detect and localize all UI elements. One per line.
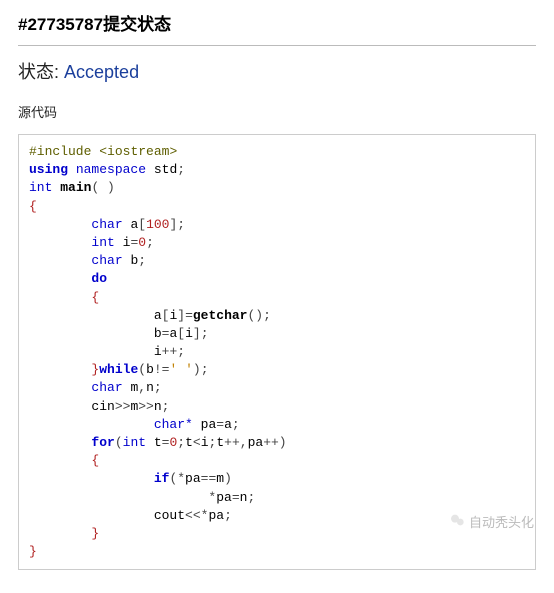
status-value[interactable]: Accepted	[64, 62, 139, 82]
page-title: #27735787提交状态	[18, 10, 536, 46]
source-code-block: #include <iostream> using namespace std;…	[18, 134, 536, 570]
source-code-label: 源代码	[18, 102, 536, 121]
status-row: 状态: Accepted	[18, 58, 536, 84]
status-label: 状态:	[18, 62, 59, 82]
